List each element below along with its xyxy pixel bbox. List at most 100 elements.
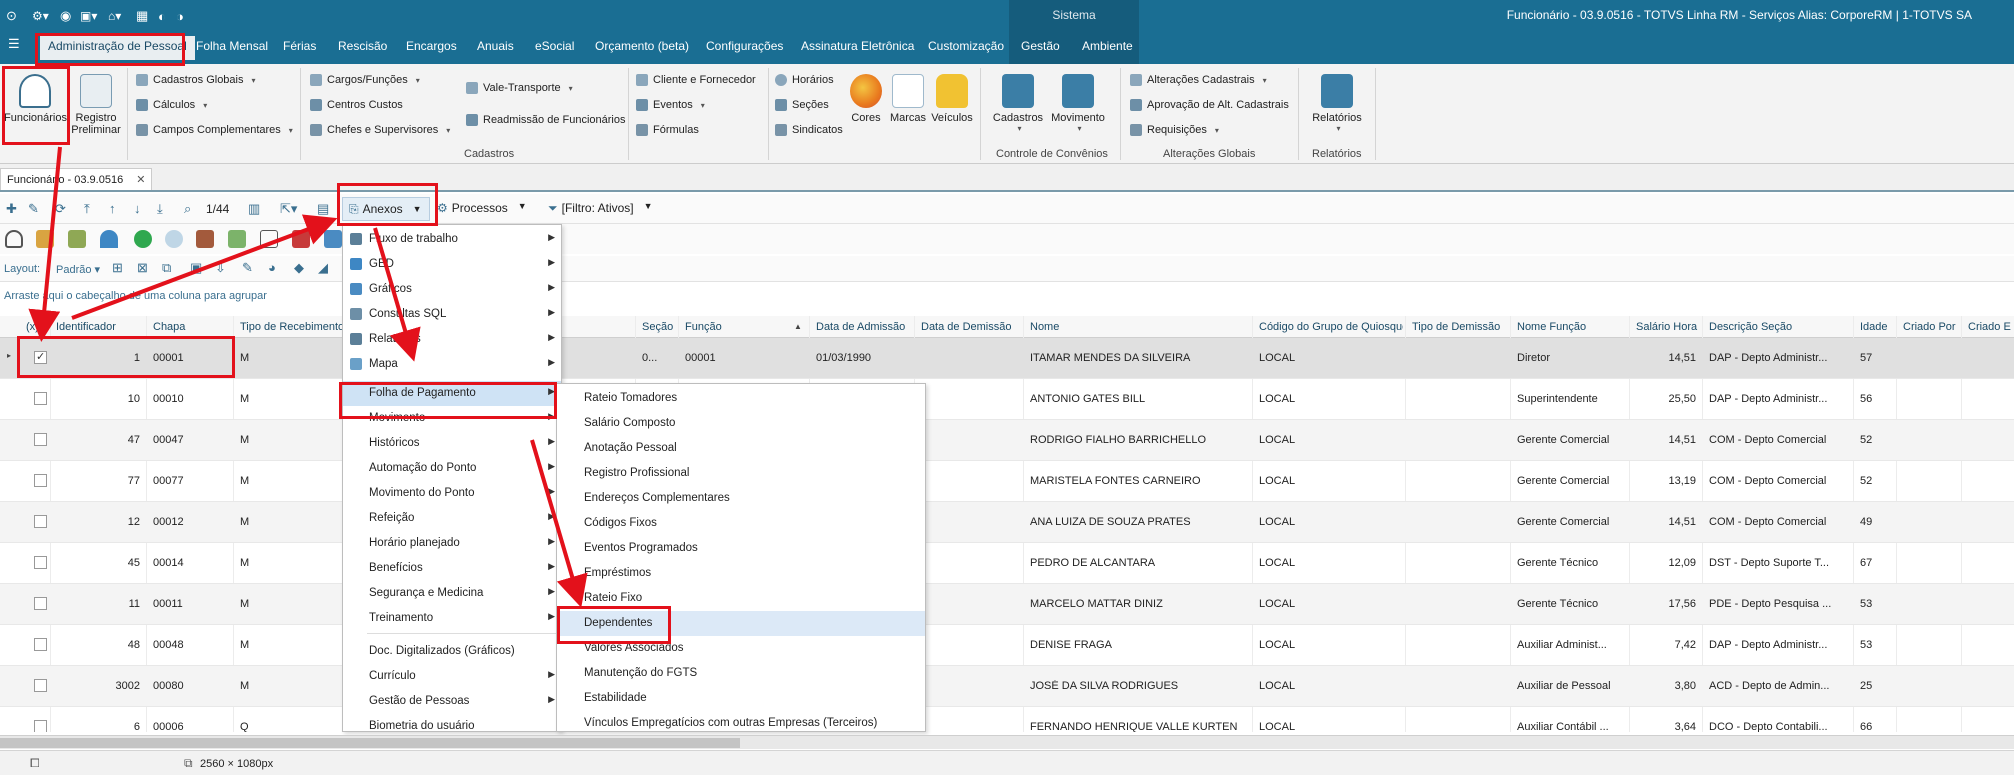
export-icon[interactable]: ⇱▾: [280, 201, 297, 217]
tab-gestao[interactable]: Gestão: [1021, 39, 1060, 53]
clock-person-icon[interactable]: [165, 230, 183, 248]
column-header[interactable]: Criado E: [1968, 321, 2014, 333]
column-header[interactable]: Tipo de Demissão: [1412, 321, 1508, 333]
tab-customizacao[interactable]: Customização: [928, 39, 1004, 53]
tab-rescisao[interactable]: Rescisão: [338, 39, 387, 53]
info-icon[interactable]: ◑: [176, 7, 184, 25]
anexos-menu-item[interactable]: Mapa ▶: [343, 352, 561, 377]
tab-folha-mensal[interactable]: Folha Mensal: [196, 39, 268, 53]
app-menu-icon[interactable]: ⊙: [6, 7, 17, 25]
folha-menu-item[interactable]: Dependentes: [557, 611, 925, 636]
anexos-button[interactable]: ⎘ Anexos ▼: [342, 197, 430, 221]
veiculos-button[interactable]: Veículos: [930, 74, 974, 124]
row-checkbox[interactable]: [34, 515, 47, 528]
row-checkbox[interactable]: [34, 597, 47, 610]
layout-fill-icon[interactable]: ◆: [294, 260, 304, 276]
relatorios-button[interactable]: Relatórios ▾: [1306, 74, 1368, 133]
column-header[interactable]: (x): [26, 321, 48, 333]
sort-asc-icon[interactable]: ▲: [794, 322, 802, 331]
anexos-menu-item[interactable]: Currículo ▶: [343, 664, 561, 689]
row-checkbox[interactable]: [34, 350, 47, 364]
anexos-menu-item[interactable]: Fluxo de trabalho ▶: [343, 227, 561, 252]
next-record-icon[interactable]: ↓: [134, 201, 141, 216]
chefes-supervisores-item[interactable]: Chefes e Supervisores ▾: [310, 124, 450, 136]
anexos-menu-item[interactable]: Horário planejado ▶: [343, 531, 561, 556]
column-header[interactable]: Data de Demissão: [921, 321, 1021, 333]
column-header[interactable]: Identificador: [56, 321, 144, 333]
vale-transporte-item[interactable]: Vale-Transporte ▾: [466, 82, 573, 94]
anexos-menu-item[interactable]: Biometria do usuário: [343, 714, 561, 731]
folha-menu-item[interactable]: Empréstimos: [557, 561, 925, 586]
table-row[interactable]: 6 00006 Q FERNANDO HENRIQUE VALLE KURTEN LOC…: [0, 707, 2014, 732]
cadastros-globais-item[interactable]: Cadastros Globais ▾: [136, 74, 256, 86]
tab-ferias[interactable]: Férias: [283, 39, 316, 53]
folha-menu-item[interactable]: Anotação Pessoal: [557, 436, 925, 461]
movimento-button[interactable]: Movimento ▾: [1048, 74, 1108, 133]
tab-orcamento[interactable]: Orçamento (beta): [595, 39, 689, 53]
anexos-menu-item[interactable]: Treinamento ▶: [343, 606, 561, 631]
layout-chart-icon[interactable]: ◢: [318, 260, 328, 276]
layout-copy-icon[interactable]: ⧉: [162, 260, 171, 276]
folha-menu-item[interactable]: Rateio Fixo: [557, 586, 925, 611]
document-icon[interactable]: ▤: [317, 201, 329, 217]
people-icon[interactable]: [196, 230, 214, 248]
folha-menu-item[interactable]: Estabilidade: [557, 686, 925, 711]
mail-icon[interactable]: [228, 230, 246, 248]
anexos-menu-item[interactable]: Históricos ▶: [343, 431, 561, 456]
tab-configuracoes[interactable]: Configurações: [706, 39, 783, 53]
row-checkbox[interactable]: [34, 720, 47, 732]
row-checkbox[interactable]: [34, 474, 47, 487]
folha-menu-item[interactable]: Códigos Fixos: [557, 511, 925, 536]
last-record-icon[interactable]: ⤓: [157, 201, 163, 217]
anexos-menu-item[interactable]: Relatórios ▶: [343, 327, 561, 352]
folha-menu-item[interactable]: Vínculos Empregatícios com outras Empres…: [557, 711, 925, 731]
box-icon[interactable]: [36, 230, 54, 248]
table-row[interactable]: 77 00077 M MARISTELA FONTES CARNEIRO LOCAL Ge…: [0, 461, 2014, 502]
row-checkbox[interactable]: [34, 433, 47, 446]
layout-export-icon[interactable]: ⇩: [215, 260, 226, 276]
anexos-menu-item[interactable]: Refeição ▶: [343, 506, 561, 531]
folha-menu-item[interactable]: Manutenção do FGTS: [557, 661, 925, 686]
column-header[interactable]: Seção: [642, 321, 676, 333]
column-header[interactable]: Código do Grupo de Quiosque: [1259, 321, 1403, 333]
column-header[interactable]: Idade: [1860, 321, 1894, 333]
close-icon[interactable]: ✕: [136, 174, 145, 186]
anexos-menu-item[interactable]: Gestão de Pessoas ▶: [343, 689, 561, 714]
add-icon[interactable]: ✚: [6, 201, 17, 217]
folha-menu-item[interactable]: Salário Composto: [557, 411, 925, 436]
anexos-menu-item[interactable]: Movimento ▶: [343, 406, 561, 431]
requisicoes-item[interactable]: Requisições ▾: [1130, 124, 1219, 136]
anexos-menu-item[interactable]: GED ▶: [343, 252, 561, 277]
money-icon[interactable]: [68, 230, 86, 248]
tab-encargos[interactable]: Encargos: [406, 39, 457, 53]
centros-custos-item[interactable]: Centros Custos: [310, 99, 403, 111]
column-header[interactable]: Criado Por: [1903, 321, 1959, 333]
folha-menu-item[interactable]: Valores Associados: [557, 636, 925, 661]
filtro-button[interactable]: ⏷ [Filtro: Ativos] ▼: [548, 201, 653, 216]
anexos-menu-item[interactable]: Doc. Digitalizados (Gráficos): [343, 639, 561, 664]
table-row[interactable]: ▸100001M0...0000101/03/1990ITAMAR MENDES…: [0, 338, 2014, 379]
table-row[interactable]: 45 00014 M PEDRO DE ALCANTARA LOCAL Gerente T…: [0, 543, 2014, 584]
previous-record-icon[interactable]: ↑: [109, 201, 116, 216]
check-badge-icon[interactable]: [134, 230, 152, 248]
tab-administracao-pessoal[interactable]: Administração de Pessoal: [40, 36, 195, 60]
cores-button[interactable]: Cores: [848, 74, 884, 124]
scroll-thumb[interactable]: [0, 738, 740, 748]
layout-select[interactable]: Padrão ▾: [56, 263, 100, 276]
table-row[interactable]: 47 00047 M RODRIGO FIALHO BARRICHELLO LOCAL G…: [0, 420, 2014, 461]
settings-icon[interactable]: ▦: [136, 7, 148, 25]
columns-icon[interactable]: ▥: [248, 201, 260, 217]
card-icon[interactable]: [292, 230, 310, 248]
table-row[interactable]: 10 00010 M ANTONIO GATES BILL LOCAL Superinte…: [0, 379, 2014, 420]
tab-ambiente[interactable]: Ambiente: [1082, 39, 1133, 53]
anexos-menu-item[interactable]: Gráficos ▶: [343, 277, 561, 302]
readmissao-item[interactable]: Readmissão de Funcionários: [466, 114, 625, 126]
eventos-item[interactable]: Eventos ▾: [636, 99, 705, 111]
screen-icon[interactable]: [324, 230, 342, 248]
row-checkbox[interactable]: [34, 679, 47, 692]
tab-esocial[interactable]: eSocial: [535, 39, 574, 53]
group-by-hint[interactable]: Arraste aqui o cabeçalho de uma coluna p…: [4, 290, 267, 302]
table-row[interactable]: 3002 00080 M JOSÉ DA SILVA RODRIGUES LOCAL Au…: [0, 666, 2014, 707]
column-header[interactable]: Nome Função: [1517, 321, 1627, 333]
formulas-item[interactable]: Fórmulas: [636, 124, 699, 136]
